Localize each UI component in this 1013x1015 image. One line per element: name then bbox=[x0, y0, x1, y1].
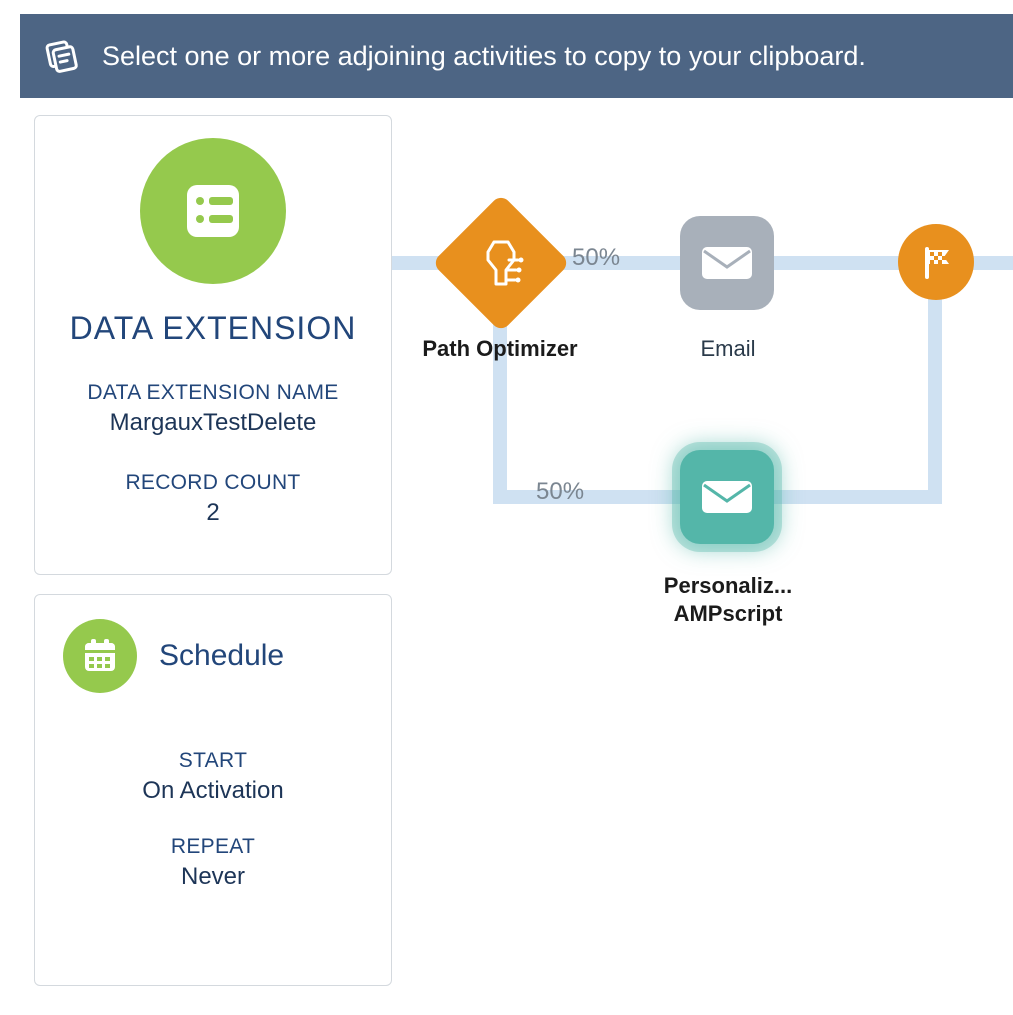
entry-source-title: DATA EXTENSION bbox=[35, 310, 391, 347]
de-name-label: DATA EXTENSION NAME bbox=[35, 381, 391, 405]
path-optimizer-node[interactable] bbox=[432, 194, 571, 333]
email-bottom-label: Personaliz... AMPscript bbox=[638, 572, 818, 627]
repeat-value: Never bbox=[35, 863, 391, 891]
record-count-label: RECORD COUNT bbox=[35, 471, 391, 495]
calendar-icon bbox=[63, 619, 137, 693]
email-bottom-label-line2: AMPscript bbox=[638, 600, 818, 628]
envelope-icon bbox=[700, 477, 754, 517]
email-bottom-label-line1: Personaliz... bbox=[638, 572, 818, 600]
goal-node[interactable] bbox=[898, 224, 974, 300]
repeat-label: REPEAT bbox=[35, 835, 391, 859]
email-node-top[interactable] bbox=[680, 216, 774, 310]
de-name-value: MargauxTestDelete bbox=[35, 409, 391, 437]
connector bbox=[770, 256, 1013, 270]
record-count-value: 2 bbox=[35, 499, 391, 527]
start-value: On Activation bbox=[35, 777, 391, 805]
envelope-icon bbox=[700, 243, 754, 283]
start-label: START bbox=[35, 749, 391, 773]
schedule-card[interactable]: Schedule START On Activation REPEAT Neve… bbox=[34, 594, 392, 986]
flag-icon bbox=[915, 241, 957, 283]
split-top-pct: 50% bbox=[572, 244, 620, 272]
instruction-banner: Select one or more adjoining activities … bbox=[20, 14, 1013, 98]
instruction-text: Select one or more adjoining activities … bbox=[102, 41, 866, 72]
data-extension-icon bbox=[140, 138, 286, 284]
connector bbox=[770, 490, 942, 504]
schedule-title: Schedule bbox=[159, 639, 284, 673]
email-node-bottom[interactable] bbox=[680, 450, 774, 544]
copy-icon bbox=[40, 36, 80, 76]
path-optimizer-label: Path Optimizer bbox=[410, 336, 590, 362]
connector bbox=[493, 490, 685, 504]
email-top-label: Email bbox=[638, 336, 818, 362]
entry-source-card[interactable]: DATA EXTENSION DATA EXTENSION NAME Marga… bbox=[34, 115, 392, 575]
split-bottom-pct: 50% bbox=[536, 478, 584, 506]
connector bbox=[928, 288, 942, 504]
